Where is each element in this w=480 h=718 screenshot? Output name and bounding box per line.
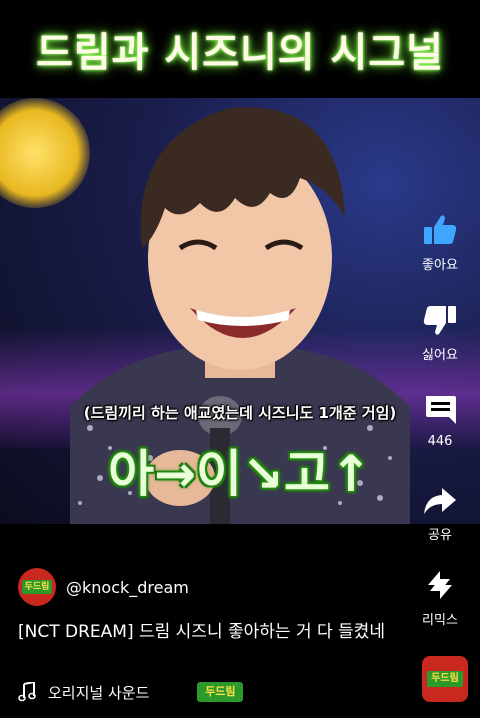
sound-source-thumbnail[interactable]: 두드림 (422, 656, 468, 702)
dislike-button[interactable]: 싫어요 (400, 300, 480, 363)
music-note-icon (18, 682, 36, 702)
share-icon (424, 488, 456, 514)
share-label: 공유 (428, 528, 452, 543)
sound-label: 오리지널 사운드 (48, 683, 150, 702)
remix-icon (428, 571, 452, 599)
channel-avatar-logo: 두드림 (22, 580, 52, 594)
share-button[interactable]: 공유 (400, 480, 480, 543)
comments-count: 446 (427, 434, 453, 449)
thumbs-down-icon (423, 306, 456, 335)
sound-source-logo: 두드림 (427, 671, 463, 687)
like-button[interactable]: 좋아요 (400, 210, 480, 273)
like-label: 좋아요 (422, 258, 458, 273)
remix-button[interactable]: 리믹스 (400, 565, 480, 628)
channel-row[interactable]: 두드림 @knock_dream (18, 567, 189, 607)
comments-button[interactable]: 446 (400, 390, 480, 449)
sound-row[interactable]: 오리지널 사운드 두드림 (18, 680, 244, 704)
remix-label: 리믹스 (422, 613, 458, 628)
comment-icon (426, 396, 456, 424)
dislike-label: 싫어요 (422, 348, 458, 363)
channel-avatar[interactable]: 두드림 (18, 568, 56, 606)
sound-thumbnail-logo: 두드림 (197, 682, 244, 702)
channel-handle[interactable]: @knock_dream (66, 578, 189, 597)
video-title[interactable]: [NCT DREAM] 드림 시즈니 좋아하는 거 다 들켰네 (18, 618, 398, 646)
thumbs-up-icon (424, 215, 457, 244)
overlay-title: 드림과 시즈니의 시그널 (36, 30, 444, 76)
overlay-title-bar: 드림과 시즈니의 시그널 (0, 0, 480, 98)
